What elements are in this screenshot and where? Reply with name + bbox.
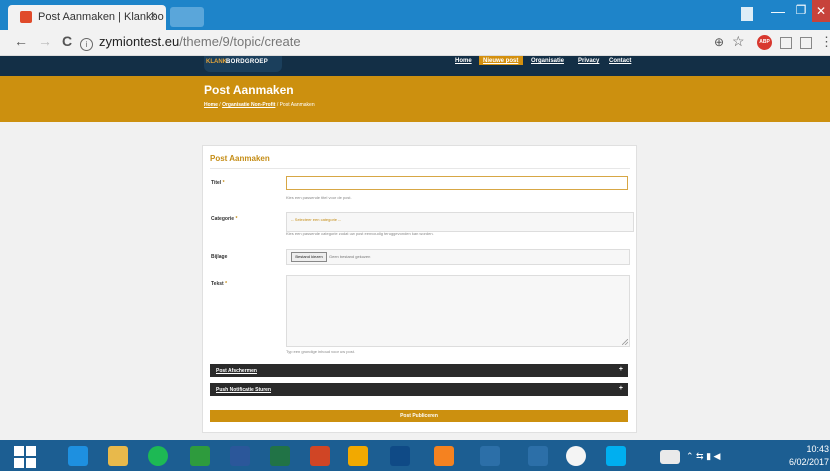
logo-text-bordgroep: BORDGROEP [226,59,269,65]
extension-icon-2[interactable] [800,37,812,49]
store-icon[interactable] [190,446,210,466]
new-tab-button[interactable] [170,7,204,27]
required-mark: * [222,180,225,186]
breadcrumb-section[interactable]: Organisatie Non-Profit [222,102,275,108]
breadcrumb-separator: / [219,102,221,108]
clock-date: 6/02/2017 [788,457,829,467]
category-help: Kies een passende categorie zodat uw pos… [286,231,434,236]
heading-divider [210,168,630,169]
windows-start-icon[interactable] [14,446,36,468]
text-label: Tekst * [211,281,228,287]
app-icon-plane[interactable] [480,446,500,466]
clock-time: 10:43 [806,444,829,454]
breadcrumb: Home / Organisatie Non-Profit / Post Aan… [204,102,315,108]
file-explorer-icon[interactable] [108,446,128,466]
internet-explorer-icon[interactable] [68,446,88,466]
nav-privacy[interactable]: Privacy [578,58,599,64]
nav-contact[interactable]: Contact [609,58,631,64]
adblock-extension-icon[interactable]: ABP [757,35,772,50]
tab-close-icon[interactable]: × [150,10,156,22]
breadcrumb-home[interactable]: Home [204,102,218,108]
section-post-afschermen[interactable]: Post Afschermen + [210,364,628,377]
site-favicon-icon [20,11,32,23]
breadcrumb-separator: / [276,102,279,108]
page-header-banner [0,76,830,122]
category-select[interactable]: -- Selecteer een categorie -- [286,212,634,232]
attachment-field: Bestand kiezen Geen bestand gekozen [286,249,630,265]
forward-button[interactable]: → [38,33,52,49]
section-title: Push Notificatie Sturen [216,387,272,393]
text-help: Typ een grondige inhoud voor uw post. [286,349,355,354]
site-navbar [0,56,830,76]
text-area[interactable] [286,275,630,347]
site-info-icon[interactable]: i [80,38,93,51]
browser-tab[interactable]: Post Aanmaken | Klankbo × [8,5,166,30]
maximize-button[interactable]: ❐ [790,3,812,23]
url-host: zymiontest.eu [99,34,180,49]
excel-icon[interactable] [270,446,290,466]
title-input[interactable] [286,176,628,190]
section-title: Post Afschermen [216,368,257,374]
nav-organisation[interactable]: Organisatie [531,58,564,64]
expand-plus-icon: + [618,385,623,392]
url-path: /theme/9/topic/create [179,34,301,49]
browser-menu-icon[interactable]: ⋮ [820,34,830,50]
title-label: Titel * [211,180,225,186]
reload-button[interactable]: C [62,33,72,49]
back-button[interactable]: ← [14,33,28,49]
app-icon-orange[interactable] [434,446,454,466]
logo-text-klank: KLANK [206,59,227,65]
bookmark-star-icon[interactable]: ☆ [732,33,745,50]
home-app-icon[interactable] [528,446,548,466]
choose-file-button[interactable]: Bestand kiezen [291,252,327,262]
section-push-notificatie[interactable]: Push Notificatie Sturen + [210,383,628,396]
publish-button[interactable]: Post Publiceren [210,410,628,422]
keyboard-icon[interactable] [660,450,680,464]
spotify-icon[interactable] [148,446,168,466]
zoom-icon[interactable]: ⊕ [714,35,724,49]
form-heading: Post Aanmaken [210,154,270,163]
nav-home[interactable]: Home [455,58,472,64]
required-mark: * [225,281,228,287]
word-icon[interactable] [230,446,250,466]
powerpoint-icon[interactable] [310,446,330,466]
title-help: Kies een passende titel voor de post. [286,195,352,200]
extension-icon[interactable] [780,37,792,49]
resize-handle-icon[interactable] [622,339,628,345]
close-window-button[interactable]: ✕ [812,0,830,22]
attachment-label: Bijlage [211,254,228,260]
expand-plus-icon: + [618,366,623,373]
file-status: Geen bestand gekozen [329,254,371,259]
tab-title: Post Aanmaken | Klankbo [38,11,164,23]
outlook-icon[interactable] [348,446,368,466]
minimize-button[interactable]: — [767,3,789,23]
category-label: Categorie * [211,216,238,222]
user-profile-icon[interactable] [741,7,753,21]
nav-new-post[interactable]: Nieuwe post [483,58,518,64]
skype-icon[interactable] [606,446,626,466]
breadcrumb-current: Post Aanmaken [279,102,315,108]
required-mark: * [235,216,238,222]
address-bar[interactable]: i zymiontest.eu/theme/9/topic/create [80,32,720,52]
chrome-icon[interactable] [566,446,586,466]
system-tray-icons[interactable]: ⌃ ⇆ ▮ ◀ [686,451,720,462]
clock[interactable]: 10:43 6/02/2017 [785,443,829,469]
page-title: Post Aanmaken [204,83,294,97]
app-icon-globe[interactable] [390,446,410,466]
